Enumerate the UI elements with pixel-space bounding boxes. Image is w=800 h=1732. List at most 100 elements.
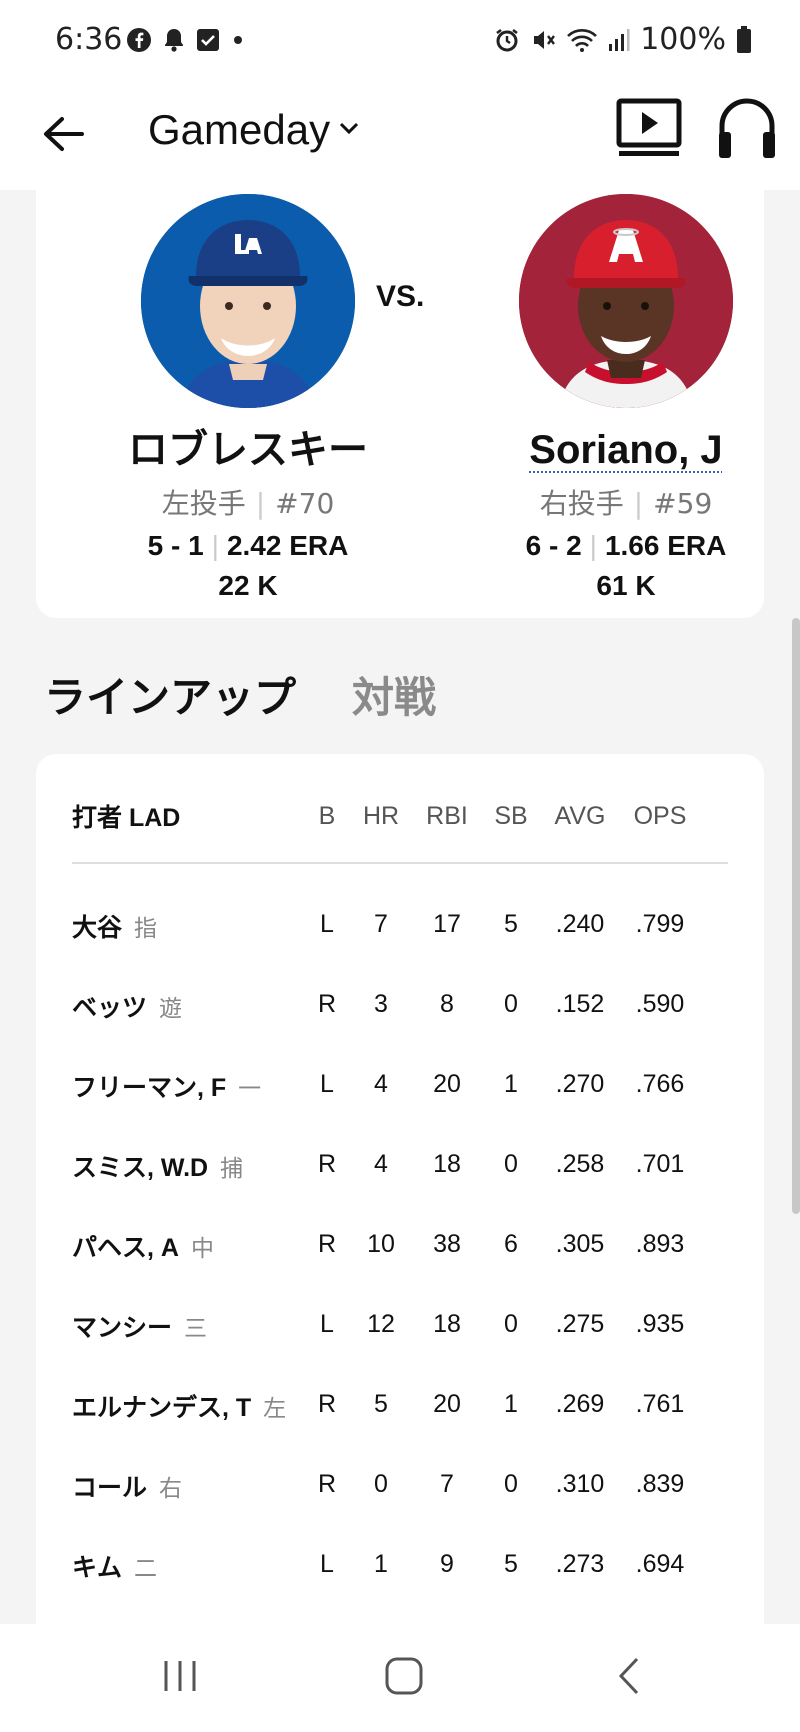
stat-b: L bbox=[320, 1070, 334, 1098]
table-row[interactable]: ベッツ遊 R 3 8 0 .152 .590 bbox=[72, 978, 728, 1038]
checkbox-icon bbox=[196, 28, 220, 52]
player-cell: 大谷指 bbox=[72, 908, 157, 944]
player-name: マンシー bbox=[72, 1314, 173, 1342]
tv-play-button[interactable] bbox=[616, 98, 682, 166]
bell-icon bbox=[162, 27, 186, 53]
stat-rbi: 38 bbox=[433, 1230, 461, 1258]
back-button[interactable] bbox=[38, 108, 88, 164]
stat-ops: .893 bbox=[635, 1230, 685, 1258]
stat-avg: .240 bbox=[555, 910, 605, 938]
player-name: スミス, W.D bbox=[72, 1154, 209, 1182]
stat-rbi: 9 bbox=[440, 1550, 454, 1578]
table-row[interactable]: キム二 L 1 9 5 .273 .694 bbox=[72, 1538, 728, 1598]
home-pitcher[interactable]: Soriano, J 右投手 | #59 6 - 2 | 1.66 ERA 61 K bbox=[476, 168, 776, 602]
home-pitcher-name[interactable]: Soriano, J bbox=[476, 422, 776, 478]
player-cell: エルナンデス, T 左 bbox=[72, 1388, 286, 1424]
header-ops: OPS bbox=[633, 802, 687, 830]
player-position: 中 bbox=[190, 1235, 214, 1261]
player-cell: キム二 bbox=[72, 1548, 157, 1584]
away-pitcher-stats: 5 - 1 | 2.42 ERA bbox=[147, 530, 349, 561]
recent-apps-button[interactable] bbox=[150, 1654, 210, 1702]
table-row[interactable]: マンシー三 L 12 18 0 .275 .935 bbox=[72, 1298, 728, 1358]
tab-matchup[interactable]: 対戦 bbox=[352, 664, 436, 725]
nav-back-button[interactable] bbox=[600, 1654, 660, 1702]
home-pitcher-era: 1.66 ERA bbox=[604, 530, 727, 561]
stat-avg: .269 bbox=[555, 1390, 605, 1418]
player-name: ベッツ bbox=[72, 994, 148, 1022]
stat-sb: 5 bbox=[504, 910, 518, 938]
lineup-tabs: ラインアップ 対戦 bbox=[44, 664, 436, 725]
stat-sb: 1 bbox=[504, 1070, 518, 1098]
stat-avg: .275 bbox=[555, 1310, 605, 1338]
home-button[interactable] bbox=[374, 1654, 434, 1702]
stat-b: L bbox=[320, 1310, 334, 1338]
home-pitcher-number: #59 bbox=[653, 487, 713, 520]
chevron-down-icon bbox=[338, 120, 360, 140]
stat-sb: 0 bbox=[504, 1470, 518, 1498]
away-pitcher-name: ロブレスキー bbox=[128, 428, 368, 472]
audio-button[interactable] bbox=[716, 96, 780, 168]
tab-lineup[interactable]: ラインアップ bbox=[44, 664, 296, 725]
away-pitcher[interactable]: ロブレスキー 左投手 | #70 5 - 1 | 2.42 ERA 22 K bbox=[98, 168, 398, 602]
home-pitcher-stats: 6 - 2 | 1.66 ERA bbox=[525, 530, 727, 561]
stat-sb: 0 bbox=[504, 1150, 518, 1178]
table-row[interactable]: 大谷指 L 7 17 5 .240 .799 bbox=[72, 898, 728, 958]
stat-rbi: 20 bbox=[433, 1070, 461, 1098]
stat-rbi: 17 bbox=[433, 910, 461, 938]
avatar bbox=[141, 194, 355, 408]
table-row[interactable]: コール右 R 0 7 0 .310 .839 bbox=[72, 1458, 728, 1518]
player-position: 捕 bbox=[220, 1155, 244, 1181]
stat-b: L bbox=[320, 910, 334, 938]
stat-ops: .590 bbox=[635, 990, 685, 1018]
player-name: フリーマン, F bbox=[72, 1074, 227, 1102]
stat-ops: .766 bbox=[635, 1070, 685, 1098]
player-cell: ベッツ遊 bbox=[72, 988, 182, 1024]
avatar bbox=[519, 194, 733, 408]
stat-hr: 4 bbox=[374, 1070, 388, 1098]
wifi-icon bbox=[566, 27, 598, 53]
stat-hr: 1 bbox=[374, 1550, 388, 1578]
table-row[interactable]: エルナンデス, T 左 R 5 20 1 .269 .761 bbox=[72, 1378, 728, 1438]
header-batter: 打者 LAD bbox=[72, 804, 181, 832]
stat-avg: .152 bbox=[555, 990, 605, 1018]
player-position: 二 bbox=[134, 1555, 158, 1581]
status-left-icons bbox=[126, 27, 246, 53]
nav-back-icon bbox=[615, 1656, 645, 1700]
player-name: コール bbox=[72, 1474, 148, 1502]
tv-play-icon bbox=[616, 98, 682, 162]
player-name: パヘス, A bbox=[72, 1234, 179, 1262]
stat-hr: 12 bbox=[367, 1310, 395, 1338]
player-cell: マンシー三 bbox=[72, 1308, 207, 1344]
facebook-icon bbox=[126, 27, 152, 53]
header-rbi: RBI bbox=[426, 802, 468, 830]
home-pitcher-record: 6 - 2 bbox=[525, 530, 582, 561]
battery-icon bbox=[736, 25, 752, 54]
player-cell: パヘス, A 中 bbox=[72, 1228, 214, 1264]
app-title-dropdown[interactable]: Gameday bbox=[148, 106, 360, 154]
stat-b: R bbox=[317, 1470, 337, 1498]
header-b: B bbox=[318, 802, 336, 830]
table-row[interactable]: フリーマン, F 一 L 4 20 1 .270 .766 bbox=[72, 1058, 728, 1118]
home-pitcher-hand: 右投手 bbox=[539, 487, 624, 520]
stat-ops: .701 bbox=[635, 1150, 685, 1178]
player-cell: コール右 bbox=[72, 1468, 182, 1504]
stat-b: R bbox=[317, 990, 337, 1018]
stat-rbi: 18 bbox=[433, 1150, 461, 1178]
stat-b: R bbox=[317, 1390, 337, 1418]
player-cell: フリーマン, F 一 bbox=[72, 1068, 261, 1104]
stat-rbi: 18 bbox=[433, 1310, 461, 1338]
recent-apps-icon bbox=[160, 1658, 200, 1698]
stat-b: L bbox=[320, 1550, 334, 1578]
table-row[interactable]: スミス, W.D 捕 R 4 18 0 .258 .701 bbox=[72, 1138, 728, 1198]
away-pitcher-number: #70 bbox=[275, 487, 335, 520]
dot-icon bbox=[230, 32, 246, 48]
player-position: 遊 bbox=[159, 995, 183, 1021]
headphones-icon bbox=[716, 98, 778, 166]
signal-icon bbox=[608, 28, 630, 52]
stat-ops: .799 bbox=[635, 910, 685, 938]
table-row[interactable]: パヘス, A 中 R 10 38 6 .305 .893 bbox=[72, 1218, 728, 1278]
stat-sb: 1 bbox=[504, 1390, 518, 1418]
home-pitcher-strikeouts: 61 K bbox=[596, 570, 656, 601]
alarm-icon bbox=[494, 27, 520, 53]
scrollbar[interactable] bbox=[792, 618, 800, 1214]
